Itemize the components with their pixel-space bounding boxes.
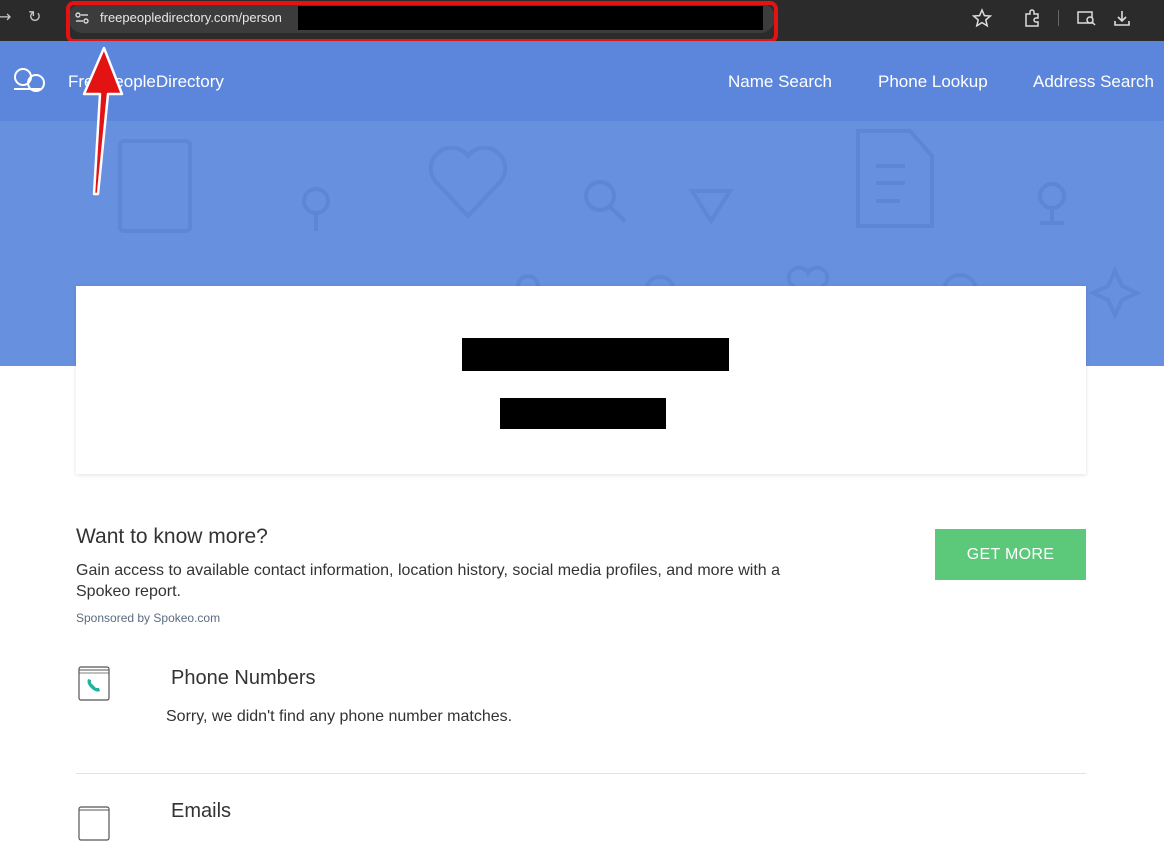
- toolbar-separator: [1058, 10, 1059, 26]
- url-highlight-annotation: [66, 1, 778, 43]
- phone-numbers-empty-message: Sorry, we didn't find any phone number m…: [166, 708, 513, 725]
- reading-mode-icon[interactable]: [1076, 8, 1096, 28]
- logo-icon[interactable]: [12, 67, 48, 93]
- person-name-redaction: [462, 338, 729, 371]
- reload-icon[interactable]: ↻: [28, 9, 41, 25]
- promo-body: Gain access to available contact informa…: [76, 562, 781, 600]
- promo-title: Want to know more?: [76, 525, 268, 548]
- nav-name-search[interactable]: Name Search: [728, 72, 832, 92]
- nav-phone-lookup[interactable]: Phone Lookup: [878, 72, 988, 92]
- site-header: FreePeopleDirectory Name Search Phone Lo…: [0, 41, 1164, 121]
- forward-icon[interactable]: →: [0, 9, 11, 25]
- nav-address-search[interactable]: Address Search: [1033, 72, 1154, 92]
- download-icon[interactable]: [1112, 8, 1132, 28]
- phone-book-icon: [78, 666, 110, 701]
- star-icon[interactable]: [971, 8, 993, 28]
- section-divider: [76, 773, 1086, 774]
- phone-numbers-title: Phone Numbers: [171, 667, 316, 689]
- sponsor-text: Sponsored by Spokeo.com: [76, 611, 221, 625]
- person-card: [76, 286, 1086, 474]
- get-more-button[interactable]: GET MORE: [935, 529, 1086, 580]
- emails-title: Emails: [171, 800, 232, 822]
- red-arrow-annotation: [82, 46, 124, 196]
- person-details-redaction: [500, 398, 666, 429]
- extensions-icon[interactable]: [1022, 8, 1042, 28]
